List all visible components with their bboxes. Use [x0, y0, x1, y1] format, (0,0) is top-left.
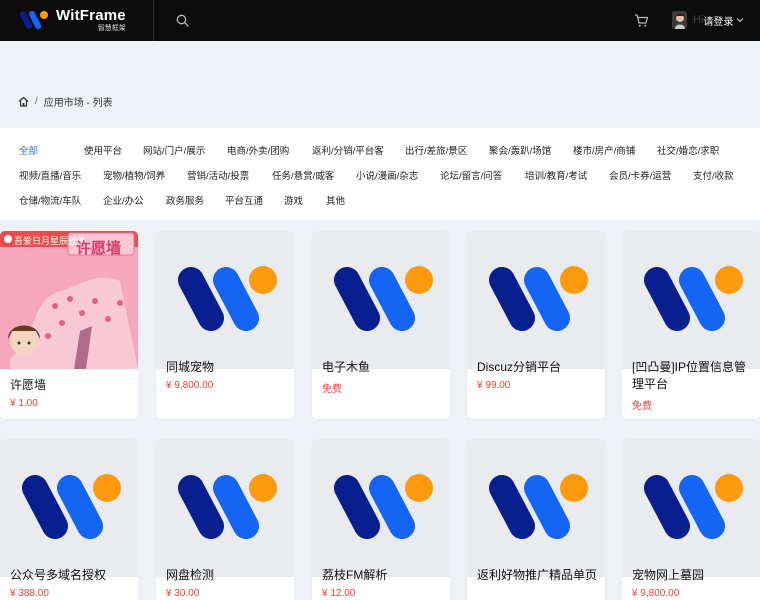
product-image [0, 439, 138, 577]
product-price: ¥ 1.00 [10, 398, 38, 409]
category-item[interactable]: 楼市/房产/商铺 [573, 143, 635, 157]
product-title[interactable]: Discuz分销平台 [477, 359, 561, 376]
breadcrumb-separator: / [35, 96, 38, 107]
home-icon[interactable] [18, 96, 29, 107]
product-title[interactable]: 荔枝FM解析 [322, 567, 387, 584]
divider [153, 0, 154, 41]
product-image [622, 439, 760, 577]
product-title[interactable]: 电子木鱼 [322, 359, 370, 376]
category-item[interactable]: 营销/活动/投票 [187, 168, 249, 182]
product-price: ¥ 9,800.00 [166, 380, 214, 391]
category-item[interactable]: 游戏 [284, 193, 303, 207]
witframe-logo-icon [644, 266, 743, 331]
search-icon[interactable] [176, 14, 189, 27]
category-item[interactable]: 电商/外卖/团购 [227, 143, 289, 157]
product-image [312, 439, 450, 577]
product-card[interactable]: 宠物网上墓园 ¥ 9,800.00 [622, 439, 760, 600]
category-item[interactable]: 仓储/物流/车队 [19, 193, 81, 207]
product-price: 免费 [632, 401, 652, 412]
user-menu[interactable]: Hi 请登录 [672, 11, 744, 29]
product-title[interactable]: 同城宠物 [166, 359, 214, 376]
breadcrumb: / 应用市场 - 列表 [18, 94, 113, 109]
user-greeting: Hi [693, 14, 704, 26]
product-price: ¥ 388.00 [10, 588, 49, 599]
product-card[interactable]: 吾爱日月星辰软件 许愿墙 许愿墙 ¥ 1.00 [0, 231, 138, 419]
category-item[interactable]: 使用平台 [84, 143, 122, 157]
category-item[interactable]: 政务服务 [166, 193, 204, 207]
wishing-wall-heading-text: 许愿墙 [76, 240, 122, 257]
product-card[interactable]: 同城宠物 ¥ 9,800.00 [156, 231, 294, 419]
product-card[interactable]: [凹凸曼]IP位置信息管理平台 免费 [622, 231, 760, 419]
category-item[interactable]: 宠物/植物/饲养 [103, 168, 165, 182]
product-image [312, 231, 450, 369]
category-item[interactable]: 小说/漫画/杂志 [356, 168, 418, 182]
product-price: ¥ 30.00 [166, 588, 200, 599]
category-item[interactable]: 论坛/留言/问答 [440, 168, 502, 182]
category-item[interactable]: 视频/直播/音乐 [19, 168, 81, 182]
product-image [622, 231, 760, 369]
category-row: 视频/直播/音乐 宠物/植物/饲养 营销/活动/投票 任务/悬赏/威客 小说/漫… [0, 168, 760, 182]
product-card[interactable]: Discuz分销平台 ¥ 99.00 [467, 231, 605, 419]
witframe-logo-icon [178, 474, 277, 539]
product-image: 吾爱日月星辰软件 许愿墙 [0, 231, 138, 369]
category-row: 仓储/物流/车队 企业/办公 政务服务 平台互通 游戏 其他 [0, 193, 760, 207]
category-item[interactable]: 培训/教育/考试 [525, 168, 587, 182]
login-link[interactable]: 请登录 [703, 13, 733, 28]
product-image [467, 439, 605, 577]
witframe-logo-icon [20, 11, 48, 29]
product-price: 免费 [322, 384, 342, 395]
witframe-logo-icon [489, 266, 588, 331]
category-item[interactable]: 聚会/轰趴/场馆 [489, 143, 551, 157]
category-item[interactable]: 任务/悬赏/威客 [272, 168, 334, 182]
product-card[interactable]: 公众号多域名授权 ¥ 388.00 [0, 439, 138, 600]
product-title[interactable]: 宠物网上墓园 [632, 567, 704, 584]
brand-logo[interactable]: WitFrame 智慧框架 [18, 8, 126, 32]
witframe-logo-icon [644, 474, 743, 539]
product-title[interactable]: 公众号多域名授权 [10, 567, 106, 584]
category-filter: 全部 使用平台 网站/门户/展示 电商/外卖/团购 返利/分销/平台客 出行/差… [0, 128, 760, 220]
product-image [156, 231, 294, 369]
category-item[interactable]: 网站/门户/展示 [143, 143, 205, 157]
category-item[interactable]: 返利/分销/平台客 [312, 143, 384, 157]
category-item[interactable]: 会员/卡券/运营 [609, 168, 671, 182]
product-image [467, 231, 605, 369]
product-price: ¥ 9,800.00 [632, 588, 680, 599]
cart-icon[interactable] [634, 13, 649, 28]
category-all[interactable]: 全部 [19, 143, 38, 157]
category-item[interactable]: 其他 [326, 193, 345, 207]
witframe-logo-icon [22, 474, 121, 539]
witframe-logo-icon [334, 266, 433, 331]
brand-name: WitFrame [56, 7, 126, 24]
product-card[interactable]: 荔枝FM解析 ¥ 12.00 [312, 439, 450, 600]
product-title[interactable]: 网盘检测 [166, 567, 214, 584]
witframe-logo-icon [489, 474, 588, 539]
product-price: ¥ 99.00 [477, 380, 511, 391]
avatar-image-icon [672, 11, 687, 29]
breadcrumb-current: 应用市场 - 列表 [43, 98, 113, 109]
product-card[interactable]: 网盘检测 ¥ 30.00 [156, 439, 294, 600]
product-title[interactable]: 许愿墙 [10, 377, 46, 394]
brand-tagline: 智慧框架 [97, 25, 126, 32]
product-card[interactable]: 返利好物推广精品单页 [467, 439, 605, 600]
chevron-down-icon [737, 18, 744, 23]
category-item[interactable]: 平台互通 [225, 193, 263, 207]
top-navigation-bar: WitFrame 智慧框架 Hi 请登录 [0, 0, 760, 41]
avatar [672, 11, 687, 29]
product-price: ¥ 12.00 [322, 588, 356, 599]
category-item[interactable]: 企业/办公 [103, 193, 144, 207]
category-row: 全部 使用平台 网站/门户/展示 电商/外卖/团购 返利/分销/平台客 出行/差… [0, 143, 760, 157]
product-title[interactable]: [凹凸曼]IP位置信息管理平台 [632, 359, 752, 393]
witframe-logo-icon [334, 474, 433, 539]
category-item[interactable]: 出行/差旅/景区 [405, 143, 467, 157]
product-title[interactable]: 返利好物推广精品单页 [477, 567, 597, 584]
product-card[interactable]: 电子木鱼 免费 [312, 231, 450, 419]
category-item[interactable]: 支付/收款 [693, 168, 734, 182]
product-image [156, 439, 294, 577]
category-item[interactable]: 社交/婚恋/求职 [657, 143, 719, 157]
witframe-logo-icon [178, 266, 277, 331]
